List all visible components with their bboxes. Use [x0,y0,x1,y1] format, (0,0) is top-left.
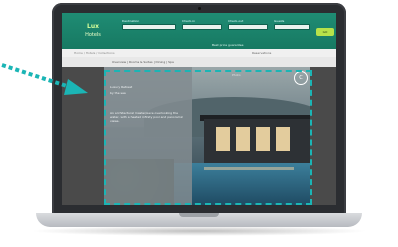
brand-tag: Hotels [85,32,101,38]
header-note: Best price guarantee [212,43,244,47]
camera-icon [197,7,201,10]
hotel-logo: C [294,71,308,85]
destination-label: Destination [122,19,140,23]
pool-reflection [204,167,294,170]
building-window [256,127,270,151]
checkout-label: Check-out [228,19,244,23]
building-window [276,127,290,151]
laptop-shadow [30,226,368,236]
arrow-icon [1,63,88,95]
pointer-arrow [1,45,94,95]
brand-logo[interactable]: Lux Hotels [72,23,114,39]
building-window [236,127,250,151]
checkin-input[interactable] [182,24,222,30]
guests-input[interactable] [274,24,310,30]
search-form: Destination Check-in Check-out Guests GO [120,19,334,45]
laptop-notch [179,213,219,217]
hero-text-panel: Luxury Retreat by the sea An architectur… [104,67,192,205]
building-window [216,127,230,151]
checkin-label: Check-in [182,19,196,23]
hero-image: Luxury Retreat by the sea An architectur… [104,67,310,205]
panel-heading-1: Luxury Retreat [110,85,133,89]
content-links[interactable]: Overview | Rooms & Suites | Dining | Spa [112,60,174,64]
panel-copy: An architectural masterpiece overlooking… [110,111,184,123]
guests-label: Guests [274,19,285,23]
checkout-input[interactable] [228,24,268,30]
laptop-screen: Lux Hotels Destination Check-in Check-ou… [62,13,336,205]
destination-input[interactable] [122,24,176,30]
site-header: Lux Hotels Destination Check-in Check-ou… [62,13,336,49]
content-tabs: Overview | Rooms & Suites | Dining | Spa [62,57,336,67]
photo-caption: Photo [232,73,241,77]
panel-heading-2: by the sea [110,91,126,95]
search-button[interactable]: GO [316,28,334,36]
brand-name: Lux [87,23,99,30]
reservations-link[interactable]: Reservations [252,51,271,55]
